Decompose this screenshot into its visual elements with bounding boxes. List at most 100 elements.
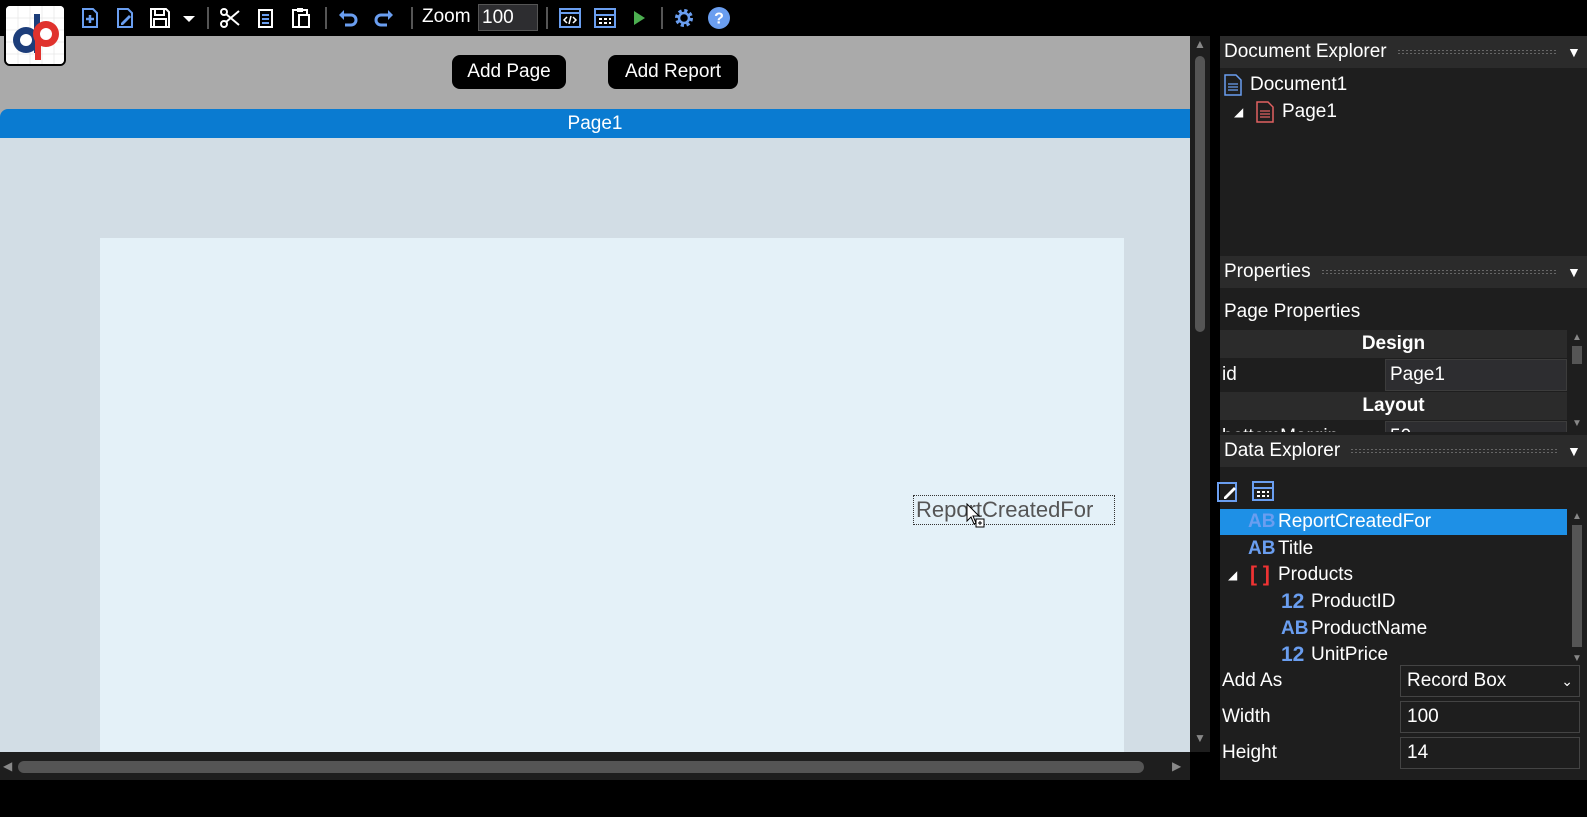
- toolbar-separator: [546, 7, 548, 29]
- main-toolbar: Zoom ?: [0, 0, 1587, 66]
- page-body[interactable]: ReportCreatedFor: [0, 138, 1190, 780]
- add-as-value: Record Box: [1407, 670, 1507, 691]
- page-title-bar[interactable]: Page1: [0, 109, 1190, 138]
- data-explorer-scrollbar[interactable]: ▲ ▼: [1567, 509, 1587, 667]
- property-name: id: [1222, 364, 1237, 385]
- properties-title: Properties: [1224, 261, 1311, 282]
- chevron-down-icon[interactable]: ▼: [1567, 264, 1587, 280]
- properties-header[interactable]: Properties ▼: [1220, 256, 1587, 288]
- add-page-button[interactable]: Add Page: [452, 55, 566, 89]
- help-icon[interactable]: ?: [705, 4, 733, 32]
- edit-data-icon[interactable]: [1214, 477, 1242, 505]
- scroll-up-icon[interactable]: ▲: [1572, 332, 1582, 344]
- horizontal-scroll-thumb[interactable]: [18, 761, 1144, 773]
- data-field-label: ProductID: [1311, 591, 1396, 612]
- width-input[interactable]: 100: [1400, 701, 1580, 733]
- panel-grip: [1320, 269, 1557, 275]
- zoom-label: Zoom: [422, 6, 471, 27]
- dragged-field-preview[interactable]: ReportCreatedFor: [913, 495, 1115, 525]
- data-field-title[interactable]: AB Title: [1220, 536, 1567, 562]
- edit-file-icon[interactable]: [111, 4, 139, 32]
- properties-scrollbar[interactable]: ▲ ▼: [1567, 330, 1587, 432]
- page-paper[interactable]: ReportCreatedFor: [100, 238, 1124, 780]
- paste-icon[interactable]: [287, 4, 315, 32]
- height-label: Height: [1222, 742, 1277, 763]
- data-field-label: ReportCreatedFor: [1278, 511, 1432, 532]
- document-explorer-title: Document Explorer: [1224, 41, 1387, 62]
- copy-icon[interactable]: [251, 4, 279, 32]
- document-explorer-header[interactable]: Document Explorer ▼: [1220, 36, 1587, 68]
- data-explorer-title: Data Explorer: [1224, 440, 1341, 461]
- properties-subtitle: Page Properties: [1220, 294, 1587, 330]
- data-explorer-toolbar: [1217, 473, 1587, 509]
- svg-text:?: ?: [714, 11, 724, 28]
- property-value-input[interactable]: 50: [1385, 421, 1567, 432]
- data-explorer-header[interactable]: Data Explorer ▼: [1220, 435, 1587, 467]
- data-field-report-created-for[interactable]: AB ReportCreatedFor: [1220, 509, 1567, 535]
- properties-scroll-thumb[interactable]: [1572, 346, 1582, 364]
- redo-icon[interactable]: [370, 4, 398, 32]
- canvas-vertical-scrollbar[interactable]: ▲ ▼: [1190, 36, 1210, 752]
- data-grid-icon[interactable]: [1249, 477, 1277, 505]
- add-report-button[interactable]: Add Report: [608, 55, 738, 89]
- property-name: bottomMargin: [1220, 426, 1385, 432]
- data-scroll-thumb[interactable]: [1572, 525, 1582, 647]
- data-field-label: ProductName: [1311, 618, 1428, 639]
- text-type-icon: AB: [1248, 511, 1276, 532]
- toolbar-separator: [661, 7, 663, 29]
- array-type-icon: [ ]: [1250, 563, 1270, 586]
- canvas-horizontal-scrollbar[interactable]: ◀ ▶: [0, 752, 1190, 780]
- scroll-up-icon[interactable]: ▲: [1194, 38, 1206, 50]
- chevron-down-icon[interactable]: ▼: [1567, 443, 1587, 459]
- undo-icon[interactable]: [334, 4, 362, 32]
- data-explorer-tree: AB ReportCreatedFor AB Title ◢ [ ] Produ…: [1220, 509, 1567, 667]
- width-label: Width: [1222, 706, 1271, 727]
- toolbar-separator: [411, 7, 413, 29]
- property-section-header: Design: [1220, 330, 1567, 358]
- data-view-icon[interactable]: [591, 4, 619, 32]
- document-icon: [1224, 74, 1242, 96]
- scroll-up-icon[interactable]: ▲: [1572, 511, 1582, 523]
- code-view-icon[interactable]: [556, 4, 584, 32]
- data-field-product-id[interactable]: 12 ProductID: [1220, 589, 1567, 615]
- scroll-left-icon[interactable]: ◀: [3, 760, 12, 772]
- height-input[interactable]: 14: [1400, 737, 1580, 769]
- add-as-select[interactable]: Record Box ⌄: [1400, 665, 1580, 697]
- data-field-product-name[interactable]: AB ProductName: [1220, 616, 1567, 642]
- drag-cursor-icon: [966, 502, 986, 534]
- save-icon[interactable]: [146, 4, 174, 32]
- text-type-icon: AB: [1281, 618, 1309, 639]
- data-field-products[interactable]: ◢ [ ] Products: [1220, 562, 1567, 588]
- number-type-icon: 12: [1281, 590, 1305, 613]
- property-section-header: Layout: [1220, 392, 1567, 420]
- property-row: id Page1: [1220, 358, 1567, 392]
- design-canvas[interactable]: Add Page Add Report Page1 ReportCreatedF…: [0, 36, 1190, 780]
- add-as-row: Add As Record Box ⌄: [1220, 664, 1587, 698]
- tree-item-document[interactable]: Document1: [1224, 72, 1347, 98]
- chevron-down-icon[interactable]: ▼: [1567, 44, 1587, 60]
- toolbar-separator: [325, 7, 327, 29]
- scroll-right-icon[interactable]: ▶: [1172, 760, 1181, 772]
- app-logo: [4, 4, 66, 66]
- page-title: Page1: [567, 112, 623, 134]
- zoom-input[interactable]: [478, 4, 538, 31]
- cut-icon[interactable]: [216, 4, 244, 32]
- run-icon[interactable]: [624, 4, 652, 32]
- vertical-scroll-thumb[interactable]: [1195, 56, 1205, 332]
- settings-icon[interactable]: [670, 4, 698, 32]
- tree-item-label: Page1: [1282, 101, 1337, 122]
- scroll-down-icon[interactable]: ▼: [1572, 418, 1582, 430]
- chevron-down-icon: ⌄: [1561, 672, 1573, 689]
- new-file-icon[interactable]: [76, 4, 104, 32]
- page-icon: [1256, 101, 1274, 123]
- height-row: Height 14: [1220, 736, 1587, 770]
- expand-triangle-icon[interactable]: ◢: [1234, 105, 1256, 119]
- scroll-down-icon[interactable]: ▼: [1194, 732, 1206, 744]
- data-field-label: UnitPrice: [1311, 644, 1389, 665]
- tree-item-page[interactable]: ◢ Page1: [1234, 99, 1337, 125]
- properties-grid: Design id Page1 Layout bottomMargin 50: [1220, 330, 1567, 432]
- save-dropdown-icon[interactable]: [175, 4, 203, 32]
- expand-triangle-icon[interactable]: ◢: [1228, 568, 1250, 582]
- property-value-input[interactable]: Page1: [1385, 359, 1567, 391]
- add-as-label: Add As: [1222, 670, 1283, 691]
